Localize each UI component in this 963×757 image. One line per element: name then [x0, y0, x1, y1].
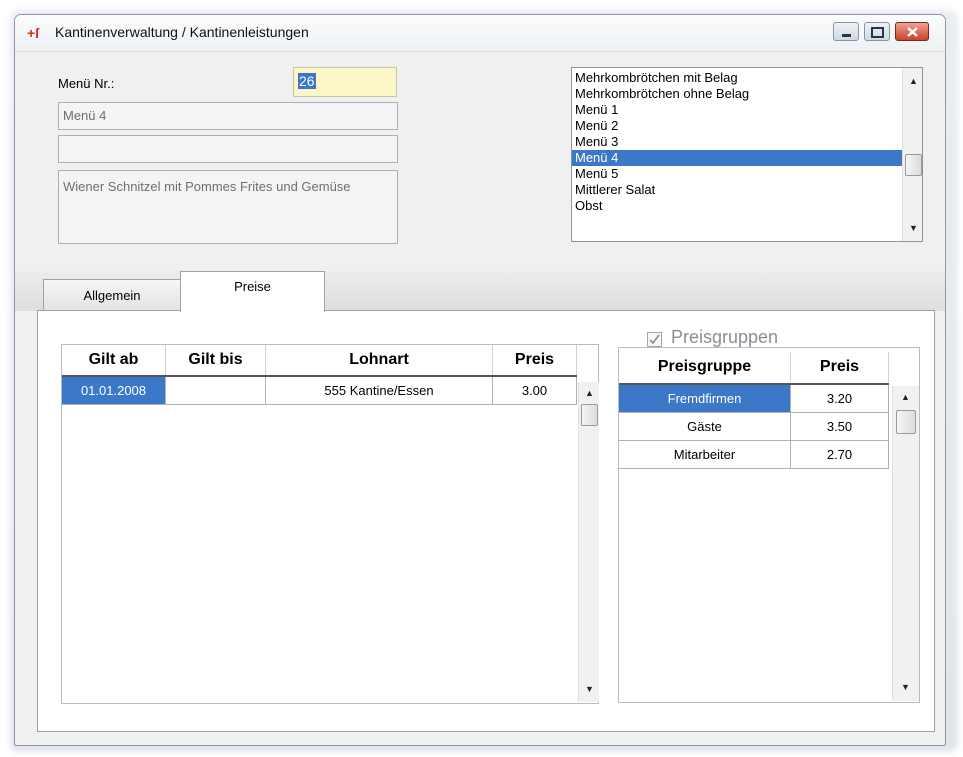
preisgruppen-checkbox[interactable] [647, 332, 662, 347]
cell-preis[interactable]: 3.20 [791, 385, 889, 413]
cell-preisgruppe[interactable]: Fremdfirmen [619, 385, 791, 413]
price-groups-grid[interactable]: Preisgruppe Preis Fremdfirmen 3.20 Gäste… [618, 347, 920, 703]
secondary-field[interactable] [58, 135, 398, 163]
tab-allgemein-label: Allgemein [83, 288, 141, 303]
preisgruppen-title: Preisgruppen [671, 327, 779, 347]
tab-preise[interactable]: Preise [180, 271, 325, 312]
cell-gilt-bis[interactable] [166, 377, 266, 405]
tab-allgemein[interactable]: Allgemein [43, 279, 181, 311]
list-item[interactable]: Obst [572, 198, 922, 214]
window-title: Kantinenverwaltung / Kantinenleistungen [55, 24, 309, 40]
header-gilt-bis[interactable]: Gilt bis [166, 345, 266, 375]
close-button[interactable] [895, 22, 929, 41]
tab-preise-label: Preise [234, 279, 271, 294]
list-item[interactable]: Mehrkombrötchen ohne Belag [572, 86, 922, 102]
menu-list-items: Mehrkombrötchen mit Belag Mehrkombrötchen… [572, 70, 922, 214]
description-field[interactable]: Wiener Schnitzel mit Pommes Frites und G… [58, 170, 398, 244]
menu-name-value: Menü 4 [63, 108, 107, 123]
cell-preis[interactable]: 3.00 [493, 377, 577, 405]
maximize-button[interactable] [864, 22, 890, 41]
list-item[interactable]: Menü 2 [572, 118, 922, 134]
list-item[interactable]: Mehrkombrötchen mit Belag [572, 70, 922, 86]
description-value: Wiener Schnitzel mit Pommes Frites und G… [63, 179, 351, 194]
list-item[interactable]: Menü 5 [572, 166, 922, 182]
app-logo-icon: +ſ [27, 25, 40, 41]
header-preisgruppe[interactable]: Preisgruppe [619, 352, 791, 382]
list-item[interactable]: Menü 4 [572, 150, 922, 166]
list-item[interactable]: Menü 3 [572, 134, 922, 150]
maximize-icon [871, 27, 884, 38]
scroll-thumb[interactable] [896, 410, 916, 434]
scroll-thumb[interactable] [905, 154, 922, 176]
list-item[interactable]: Menü 1 [572, 102, 922, 118]
header-preis[interactable]: Preis [791, 352, 889, 382]
prices-grid[interactable]: Gilt ab Gilt bis Lohnart Preis 01.01.200… [61, 344, 599, 704]
cell-lohnart[interactable]: 555 Kantine/Essen [266, 377, 493, 405]
cell-preisgruppe[interactable]: Gäste [619, 413, 791, 441]
scroll-up-icon[interactable]: ▲ [585, 388, 594, 398]
price-groups-scrollbar[interactable]: ▲ ▼ [892, 386, 919, 701]
cell-gilt-ab[interactable]: 01.01.2008 [62, 377, 166, 405]
menu-nr-label: Menü Nr.: [58, 76, 115, 91]
scroll-down-icon[interactable]: ▼ [585, 684, 594, 694]
scroll-down-icon[interactable]: ▼ [901, 682, 910, 692]
menu-nr-field[interactable]: 26 [293, 67, 397, 97]
app-window: +ſ Kantinenverwaltung / Kantinenleistung… [14, 14, 946, 746]
menu-nr-value: 26 [298, 73, 316, 89]
header-preis[interactable]: Preis [493, 345, 577, 375]
close-icon [907, 27, 918, 37]
header-lohnart[interactable]: Lohnart [266, 345, 493, 375]
minimize-icon [842, 34, 851, 37]
scroll-up-icon[interactable]: ▲ [909, 76, 918, 86]
menu-name-field[interactable]: Menü 4 [58, 102, 398, 130]
cell-preisgruppe[interactable]: Mitarbeiter [619, 441, 791, 469]
checkmark-icon [649, 334, 660, 345]
scroll-up-icon[interactable]: ▲ [901, 392, 910, 402]
menu-listbox[interactable]: Mehrkombrötchen mit Belag Mehrkombrötchen… [571, 67, 923, 242]
prices-grid-scrollbar[interactable]: ▲ ▼ [578, 382, 599, 702]
cell-preis[interactable]: 2.70 [791, 441, 889, 469]
scroll-thumb[interactable] [581, 404, 598, 426]
minimize-button[interactable] [833, 22, 859, 41]
cell-preis[interactable]: 3.50 [791, 413, 889, 441]
scroll-down-icon[interactable]: ▼ [909, 223, 918, 233]
header-gilt-ab[interactable]: Gilt ab [62, 345, 166, 375]
title-bar[interactable]: +ſ Kantinenverwaltung / Kantinenleistung… [15, 15, 945, 52]
list-item[interactable]: Mittlerer Salat [572, 182, 922, 198]
menu-list-scrollbar[interactable]: ▲ ▼ [902, 68, 922, 241]
